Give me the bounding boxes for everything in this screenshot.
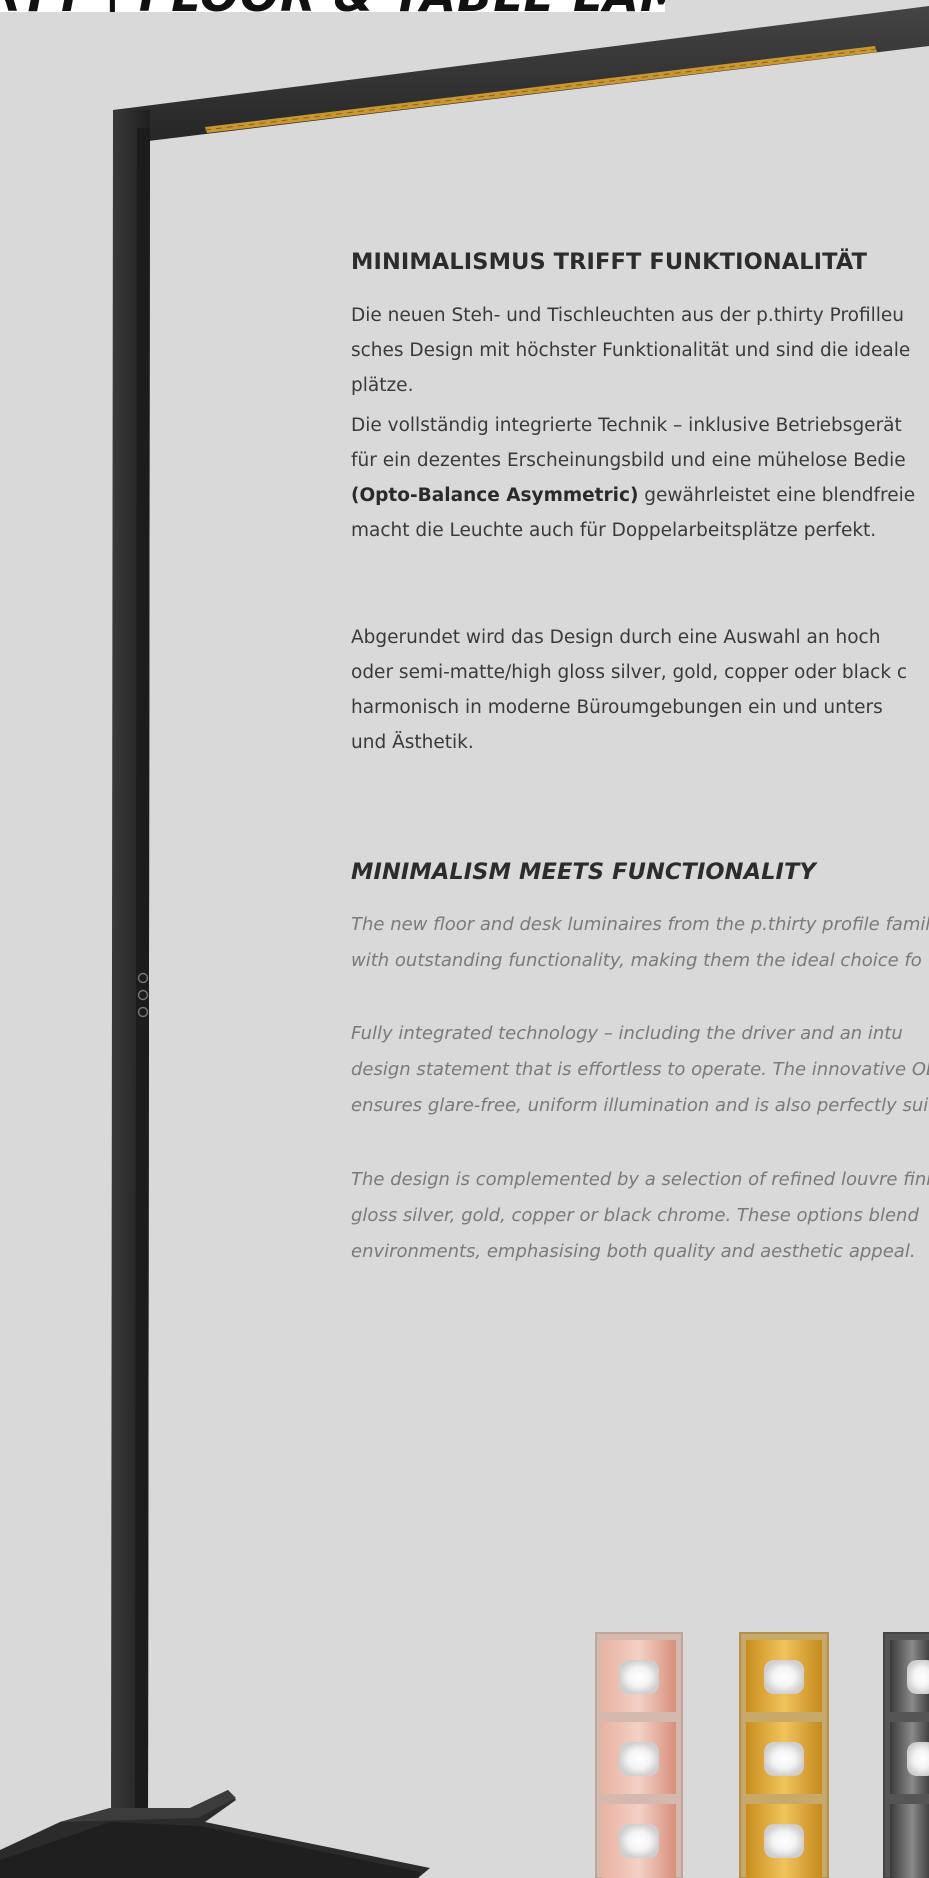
louvre-sample-gold [739, 1632, 829, 1878]
louvre-sample-copper [595, 1632, 683, 1878]
louvre-samples [595, 1632, 929, 1878]
louvre-sample-black-chrome [883, 1632, 929, 1878]
